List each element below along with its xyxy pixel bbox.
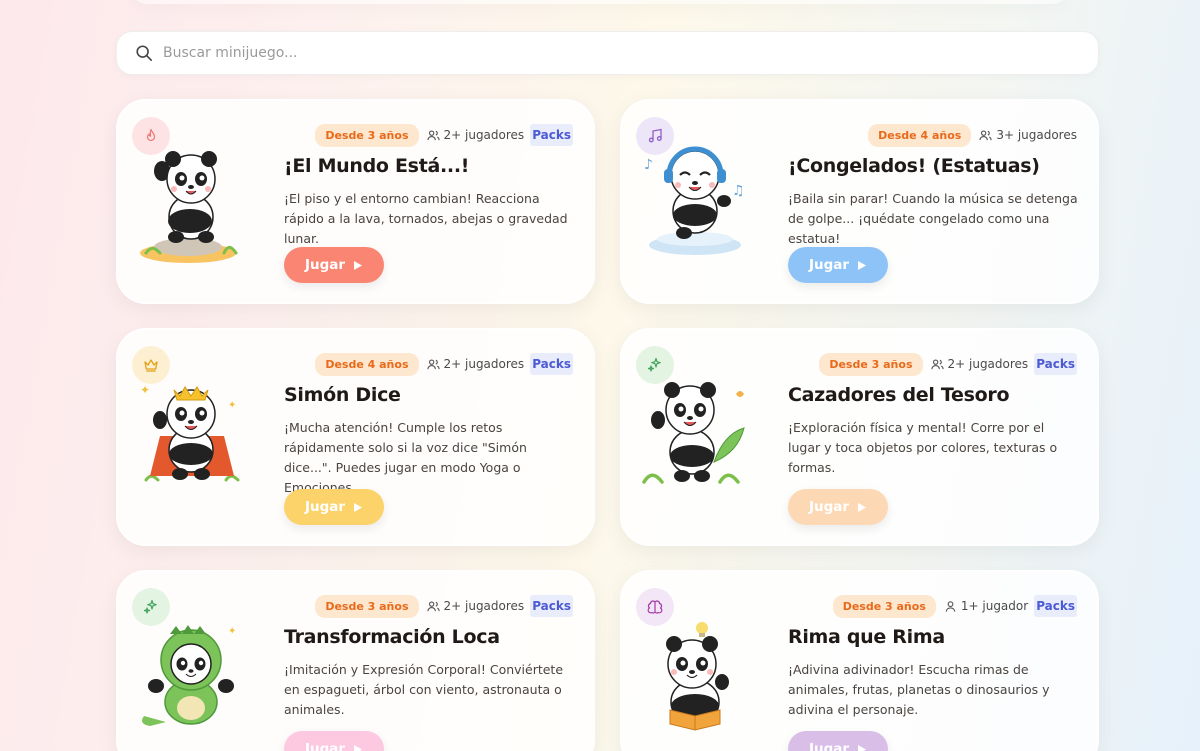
card-title: Cazadores del Tesoro: [788, 384, 1010, 406]
svg-text:♪: ♪: [644, 157, 653, 173]
card-description: ¡Imitación y Expresión Corporal! Conviér…: [284, 662, 564, 717]
panda-illustration-leaf: [640, 370, 750, 495]
svg-text:✦: ✦: [140, 383, 150, 397]
play-icon: [858, 502, 867, 512]
panda-illustration-king: ✦ ✦: [136, 370, 246, 495]
play-button[interactable]: Jugar: [788, 731, 888, 751]
play-icon: [354, 744, 363, 751]
players-info: 2+ jugadores: [426, 357, 525, 371]
packs-badge[interactable]: Packs: [530, 353, 573, 375]
search-icon: [136, 45, 153, 62]
play-button[interactable]: Jugar: [284, 489, 384, 525]
play-button-label: Jugar: [808, 741, 850, 751]
players-info: 1+ jugador: [944, 599, 1028, 613]
game-card-congelados: Desde 4 años 3+ jugadores ♪ ♫ ¡Congelado…: [620, 99, 1099, 304]
play-button-label: Jugar: [304, 499, 346, 515]
age-badge: Desde 3 años: [819, 352, 923, 376]
card-title: ¡Congelados! (Estatuas): [788, 155, 1040, 177]
players-info: 3+ jugadores: [979, 128, 1077, 142]
age-badge: Desde 4 años: [315, 352, 419, 376]
svg-text:✦: ✦: [228, 626, 236, 637]
card-description: ¡El piso y el entorno cambian! Reacciona…: [284, 191, 568, 246]
users-icon: [979, 129, 992, 140]
play-button-label: Jugar: [808, 257, 850, 273]
play-button[interactable]: Jugar: [284, 731, 384, 751]
previous-section-edge: [130, 0, 1070, 4]
players-info: 2+ jugadores: [426, 599, 525, 613]
game-card-cazadores-del-tesoro: Desde 3 años 2+ jugadores Packs Cazadore…: [620, 328, 1099, 546]
search-input[interactable]: [163, 45, 1063, 61]
users-icon: [426, 600, 440, 611]
players-label: 2+ jugadores: [443, 599, 525, 613]
card-meta: Desde 3 años 2+ jugadores Packs: [315, 123, 573, 147]
players-label: 1+ jugador: [960, 599, 1029, 613]
play-icon: [858, 744, 867, 751]
play-button-label: Jugar: [304, 257, 346, 273]
card-meta: Desde 3 años 2+ jugadores Packs: [819, 352, 1077, 376]
play-icon: [354, 502, 363, 512]
user-icon: [945, 600, 956, 612]
play-icon: [858, 260, 867, 270]
players-info: 2+ jugadores: [930, 357, 1029, 371]
players-label: 2+ jugadores: [443, 128, 525, 142]
users-icon: [426, 358, 440, 369]
players-label: 2+ jugadores: [443, 357, 525, 371]
card-description: ¡Exploración física y mental! Corre por …: [788, 420, 1058, 475]
packs-badge[interactable]: Packs: [530, 595, 573, 617]
play-button-label: Jugar: [808, 499, 850, 515]
panda-illustration-rock: [136, 141, 246, 266]
search-bar[interactable]: [116, 31, 1099, 75]
age-badge: Desde 3 años: [832, 594, 936, 618]
panda-illustration-headphones: ♪ ♫: [640, 141, 750, 266]
game-card-el-mundo-esta: Desde 3 años 2+ jugadores Packs ¡El Mund…: [116, 99, 595, 304]
card-meta: Desde 3 años 1+ jugador Packs: [832, 594, 1077, 618]
card-description: ¡Baila sin parar! Cuando la música se de…: [788, 191, 1078, 246]
age-badge: Desde 3 años: [315, 594, 419, 618]
play-button-label: Jugar: [304, 741, 346, 751]
card-title: Rima que Rima: [788, 626, 945, 648]
svg-text:♫: ♫: [732, 183, 745, 199]
card-title: Transformación Loca: [284, 626, 500, 648]
card-meta: Desde 3 años 2+ jugadores Packs: [315, 594, 573, 618]
card-title: ¡El Mundo Está...!: [284, 155, 470, 177]
play-button[interactable]: Jugar: [788, 247, 888, 283]
panda-illustration-dino-costume: ✦: [136, 612, 246, 737]
players-label: 2+ jugadores: [947, 357, 1029, 371]
play-button[interactable]: Jugar: [284, 247, 384, 283]
panda-illustration-book: [640, 612, 750, 737]
packs-badge[interactable]: Packs: [1034, 353, 1077, 375]
card-description: ¡Mucha atención! Cumple los retos rápida…: [284, 420, 527, 495]
play-button[interactable]: Jugar: [788, 489, 888, 525]
users-icon: [426, 129, 440, 140]
players-label: 3+ jugadores: [996, 128, 1077, 142]
packs-badge[interactable]: Packs: [1034, 595, 1077, 617]
game-card-rima-que-rima: Desde 3 años 1+ jugador Packs Rima que R…: [620, 570, 1099, 751]
play-icon: [354, 260, 363, 270]
players-info: 2+ jugadores: [426, 128, 525, 142]
packs-badge[interactable]: Packs: [530, 124, 573, 146]
card-description: ¡Adivina adivinador! Escucha rimas de an…: [788, 662, 1050, 717]
game-card-simon-dice: Desde 4 años 2+ jugadores Packs ✦ ✦ Simó…: [116, 328, 595, 546]
card-title: Simón Dice: [284, 384, 401, 406]
card-meta: Desde 4 años 2+ jugadores Packs: [315, 352, 573, 376]
age-badge: Desde 4 años: [868, 123, 972, 147]
age-badge: Desde 3 años: [315, 123, 419, 147]
game-card-transformacion-loca: Desde 3 años 2+ jugadores Packs ✦ Transf…: [116, 570, 595, 751]
svg-text:✦: ✦: [228, 400, 236, 411]
users-icon: [930, 358, 944, 369]
card-meta: Desde 4 años 3+ jugadores: [868, 123, 1077, 147]
